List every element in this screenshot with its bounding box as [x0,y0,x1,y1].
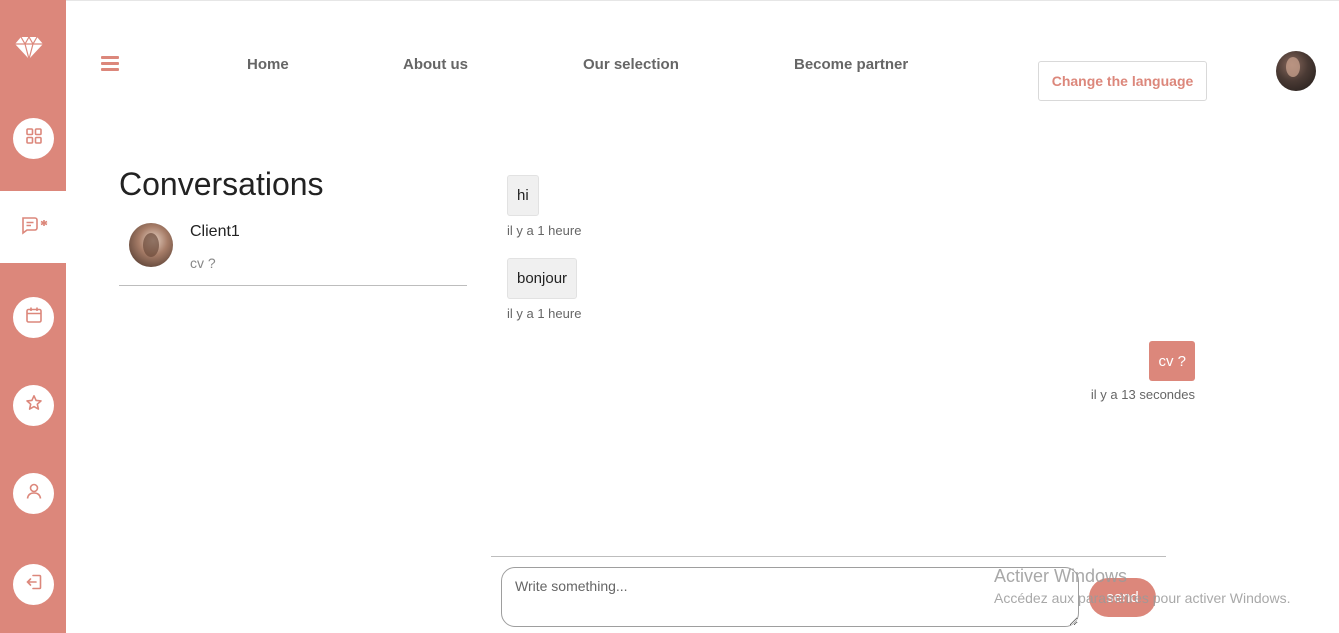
nav-our-selection[interactable]: Our selection [583,56,679,73]
user-avatar[interactable] [1276,51,1316,91]
sidebar-item-dashboard[interactable] [13,118,54,159]
message-edit-icon [16,215,50,240]
top-border [0,0,1339,1]
sidebar-item-logout[interactable] [13,564,54,605]
message-bubble: hi [507,175,539,216]
star-icon [25,394,43,417]
message-bubble-sent: cv ? [1149,341,1195,381]
send-button[interactable]: send [1089,578,1156,617]
nav-about-us[interactable]: About us [403,56,468,73]
nav-home[interactable]: Home [247,56,289,73]
hamburger-icon[interactable] [101,56,119,72]
sidebar-item-profile[interactable] [13,473,54,514]
conversations-title: Conversations [119,166,324,202]
sidebar [0,0,66,633]
sidebar-item-calendar[interactable] [13,297,54,338]
conversation-name: Client1 [190,223,240,240]
conversation-item[interactable]: Client1 cv ? [119,216,467,286]
logout-icon [25,573,43,596]
change-language-button[interactable]: Change the language [1038,61,1207,101]
message-timestamp: il y a 13 secondes [1090,387,1195,402]
conversation-preview: cv ? [190,255,216,271]
message-timestamp: il y a 1 heure [507,223,582,238]
nav-become-partner[interactable]: Become partner [794,56,908,73]
sidebar-item-messages[interactable] [0,191,66,263]
message-input[interactable] [501,567,1079,627]
message-bubble: bonjour [507,258,578,299]
diamond-icon[interactable] [14,34,44,62]
avatar [129,223,173,267]
message-timestamp: il y a 1 heure [507,306,582,321]
chat-divider [491,556,1166,557]
sidebar-item-favorites[interactable] [13,385,54,426]
user-icon [25,482,43,505]
calendar-icon [25,306,43,329]
grid-icon [25,127,43,150]
